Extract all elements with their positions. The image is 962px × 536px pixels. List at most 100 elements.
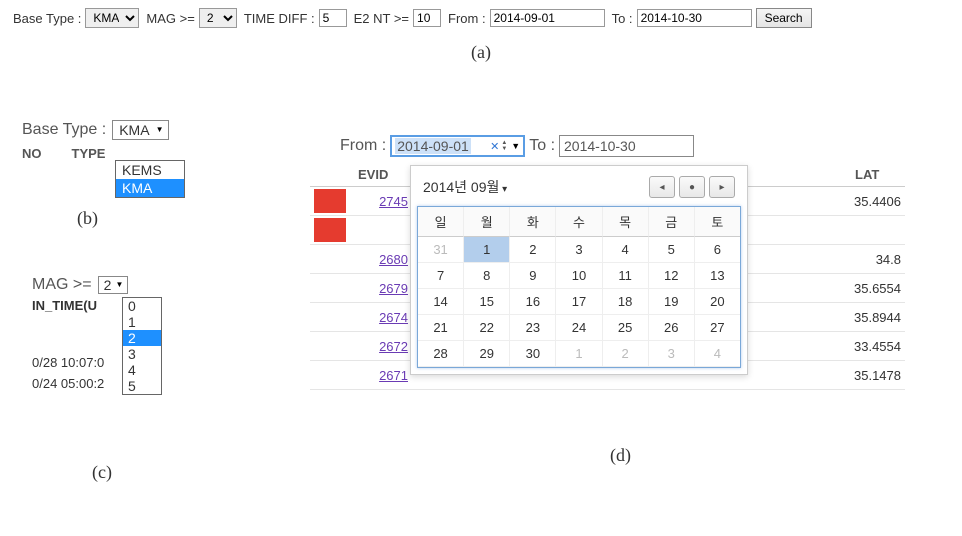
- calendar-day[interactable]: 21: [418, 315, 464, 341]
- spinner-icon[interactable]: ▲▼: [501, 140, 507, 152]
- calendar-day[interactable]: 25: [603, 315, 649, 341]
- calendar-day[interactable]: 17: [556, 289, 602, 315]
- panel-c: MAG >= 2 IN_TIME(U 0 1 2 3 4 5 0/28 10:0…: [32, 276, 242, 395]
- col-no: NO: [22, 146, 42, 161]
- day-header: 일: [418, 207, 464, 237]
- calendar-day[interactable]: 1: [556, 341, 602, 367]
- base-type-label: Base Type :: [13, 11, 81, 26]
- calendar-day[interactable]: 1: [464, 237, 510, 263]
- mag-option-2[interactable]: 2: [123, 330, 161, 346]
- calendar-day[interactable]: 23: [510, 315, 556, 341]
- evid-link[interactable]: 2679: [346, 281, 410, 296]
- calendar-day[interactable]: 31: [418, 237, 464, 263]
- chevron-down-icon[interactable]: ▼: [511, 141, 520, 151]
- calendar-day[interactable]: 9: [510, 263, 556, 289]
- calendar-day[interactable]: 24: [556, 315, 602, 341]
- mag-select[interactable]: 2: [199, 8, 237, 28]
- lat-value: 35.4406: [830, 194, 905, 209]
- option-kma[interactable]: KMA: [116, 179, 184, 197]
- base-type-options: KEMS KMA: [115, 160, 185, 198]
- e2nt-label: E2 NT >=: [354, 11, 409, 26]
- day-header: 수: [556, 207, 602, 237]
- mag-selected-value: 2: [99, 277, 128, 293]
- calendar-day[interactable]: 16: [510, 289, 556, 315]
- calendar-day[interactable]: 15: [464, 289, 510, 315]
- from-label-d: From :: [340, 137, 386, 155]
- calendar-day[interactable]: 19: [649, 289, 695, 315]
- calendar-grid: 일월화수목금토311234567891011121314151617181920…: [417, 206, 741, 368]
- calendar-day[interactable]: 27: [695, 315, 740, 341]
- evid-link[interactable]: 2671: [346, 368, 410, 383]
- timediff-input[interactable]: [319, 9, 347, 27]
- to-date-input[interactable]: [637, 9, 752, 27]
- prev-month-button[interactable]: ◂: [649, 176, 675, 198]
- from-date-value: 2014-09-01: [395, 138, 471, 154]
- mag-option-5[interactable]: 5: [123, 378, 161, 394]
- calendar-month-label[interactable]: 2014년 09월: [423, 177, 507, 197]
- panel-d: From : 2014-09-01 ✕ ▲▼ ▼ To : 2014-10-30…: [310, 135, 930, 157]
- to-label: To :: [612, 11, 633, 26]
- lat-value: 33.4554: [830, 339, 905, 354]
- col-evid: EVID: [358, 167, 388, 182]
- day-header: 토: [695, 207, 740, 237]
- to-label-d: To :: [529, 137, 555, 155]
- evid-link[interactable]: 2745: [346, 194, 410, 209]
- evid-link[interactable]: 2672: [346, 339, 410, 354]
- base-type-select[interactable]: KMA: [85, 8, 139, 28]
- calendar-day[interactable]: 7: [418, 263, 464, 289]
- calendar-day[interactable]: 13: [695, 263, 740, 289]
- mag-option-3[interactable]: 3: [123, 346, 161, 362]
- search-button[interactable]: Search: [756, 8, 812, 28]
- mag-option-0[interactable]: 0: [123, 298, 161, 314]
- status-indicator: [314, 218, 346, 242]
- calendar-day[interactable]: 30: [510, 341, 556, 367]
- to-date-input-d[interactable]: 2014-10-30: [559, 135, 694, 157]
- calendar-day[interactable]: 12: [649, 263, 695, 289]
- calendar-day[interactable]: 6: [695, 237, 740, 263]
- calendar-day[interactable]: 4: [695, 341, 740, 367]
- lat-value: 35.1478: [830, 368, 905, 383]
- calendar-day[interactable]: 29: [464, 341, 510, 367]
- calendar-day[interactable]: 26: [649, 315, 695, 341]
- e2nt-input[interactable]: [413, 9, 441, 27]
- timediff-label: TIME DIFF :: [244, 11, 315, 26]
- calendar-day[interactable]: 22: [464, 315, 510, 341]
- evid-link[interactable]: 2680: [346, 252, 410, 267]
- calendar-day[interactable]: 11: [603, 263, 649, 289]
- caption-c: (c): [92, 462, 112, 483]
- option-kems[interactable]: KEMS: [116, 161, 184, 179]
- calendar-day[interactable]: 8: [464, 263, 510, 289]
- panel-b: Base Type : KMA NO TYPE KEMS KMA (b): [22, 120, 262, 219]
- calendar-day[interactable]: 5: [649, 237, 695, 263]
- day-header: 월: [464, 207, 510, 237]
- day-header: 금: [649, 207, 695, 237]
- table-headers-b: NO TYPE: [22, 140, 262, 161]
- caption-a: (a): [0, 42, 962, 63]
- calendar-day[interactable]: 4: [603, 237, 649, 263]
- calendar-day[interactable]: 2: [510, 237, 556, 263]
- next-month-button[interactable]: ▸: [709, 176, 735, 198]
- calendar-day[interactable]: 3: [556, 237, 602, 263]
- from-label: From :: [448, 11, 486, 26]
- calendar-day[interactable]: 28: [418, 341, 464, 367]
- from-date-input[interactable]: [490, 9, 605, 27]
- calendar-day[interactable]: 2: [603, 341, 649, 367]
- mag-options: 0 1 2 3 4 5: [122, 297, 162, 395]
- base-type-label-b: Base Type :: [22, 121, 106, 139]
- calendar-day[interactable]: 10: [556, 263, 602, 289]
- calendar-day[interactable]: 3: [649, 341, 695, 367]
- today-button[interactable]: ●: [679, 176, 705, 198]
- mag-label: MAG >=: [146, 11, 194, 26]
- evid-link[interactable]: 2674: [346, 310, 410, 325]
- mag-option-4[interactable]: 4: [123, 362, 161, 378]
- calendar-day[interactable]: 14: [418, 289, 464, 315]
- day-header: 화: [510, 207, 556, 237]
- from-date-input-d[interactable]: 2014-09-01 ✕ ▲▼ ▼: [390, 135, 525, 157]
- clear-icon[interactable]: ✕: [490, 140, 499, 153]
- col-lat: LAT: [855, 167, 905, 182]
- mag-option-1[interactable]: 1: [123, 314, 161, 330]
- mag-dropdown[interactable]: 2: [98, 276, 129, 294]
- calendar-day[interactable]: 20: [695, 289, 740, 315]
- calendar-day[interactable]: 18: [603, 289, 649, 315]
- base-type-dropdown[interactable]: KMA: [112, 120, 168, 140]
